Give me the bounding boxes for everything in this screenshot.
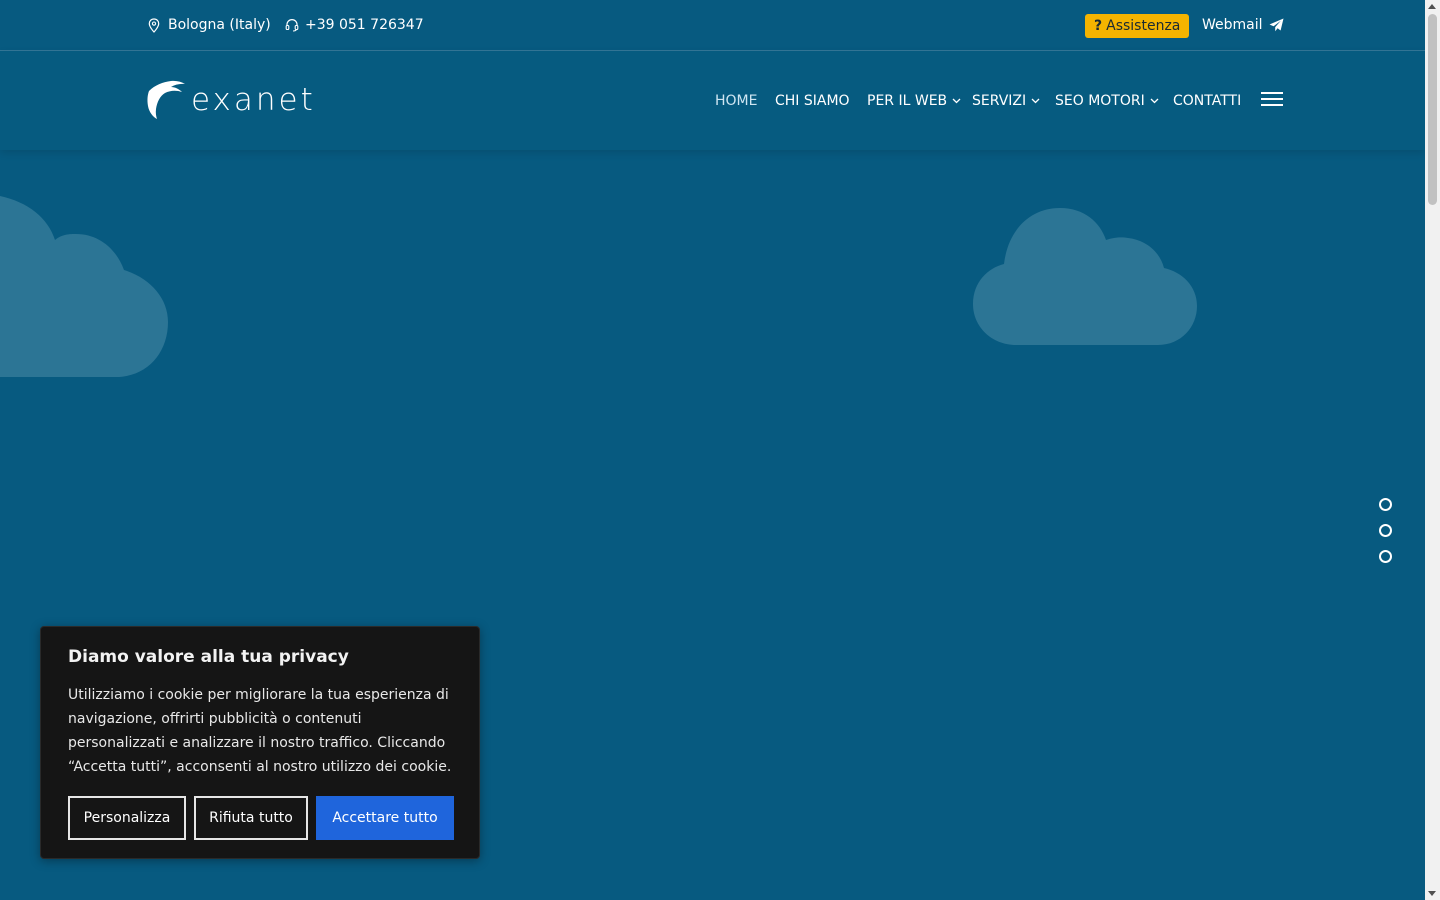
headset-icon bbox=[285, 18, 299, 32]
slider-dot-2[interactable] bbox=[1379, 524, 1392, 537]
map-pin-icon bbox=[148, 17, 160, 33]
page: Bologna (Italy) +39 051 726347 ? Assiste… bbox=[0, 0, 1425, 900]
cloud-right-decoration bbox=[973, 208, 1197, 345]
nav-contatti[interactable]: CONTATTI bbox=[1173, 51, 1241, 150]
customize-button[interactable]: Personalizza bbox=[68, 796, 186, 840]
question-icon: ? bbox=[1094, 18, 1103, 34]
nav-servizi[interactable]: SERVIZI bbox=[972, 51, 1040, 150]
nav-chi-siamo-label: CHI SIAMO bbox=[775, 92, 850, 109]
cookie-title: Diamo valore alla tua privacy bbox=[68, 647, 349, 667]
cookie-text: Utilizziamo i cookie per migliorare la t… bbox=[68, 687, 452, 775]
nav-servizi-label: SERVIZI bbox=[972, 92, 1027, 109]
cookie-consent-banner: Diamo valore alla tua privacy Utilizziam… bbox=[40, 626, 480, 859]
accept-all-button[interactable]: Accettare tutto bbox=[316, 796, 454, 840]
nav-seo-motori[interactable]: SEO MOTORI bbox=[1055, 51, 1159, 150]
webmail-label: Webmail bbox=[1202, 17, 1263, 33]
assistance-label: Assistenza bbox=[1106, 18, 1181, 34]
top-bar: Bologna (Italy) +39 051 726347 ? Assiste… bbox=[0, 0, 1425, 51]
chevron-down-icon bbox=[1150, 98, 1159, 103]
location-text: Bologna (Italy) bbox=[168, 17, 271, 33]
cloud-left-decoration bbox=[0, 196, 168, 377]
main-header: exanet HOME CHI SIAMO PER IL WEB SERVIZI… bbox=[0, 51, 1425, 150]
logo-text: exanet bbox=[191, 82, 316, 118]
logo[interactable]: exanet bbox=[145, 78, 325, 122]
nav-home[interactable]: HOME bbox=[715, 51, 757, 150]
logo-bird-icon bbox=[147, 80, 185, 119]
scroll-down-arrow-icon[interactable] bbox=[1428, 891, 1436, 896]
nav-home-label: HOME bbox=[715, 92, 758, 109]
reject-all-button[interactable]: Rifiuta tutto bbox=[194, 796, 308, 840]
nav-seo-motori-label: SEO MOTORI bbox=[1055, 92, 1145, 109]
phone-text: +39 051 726347 bbox=[305, 17, 424, 33]
nav-chi-siamo[interactable]: CHI SIAMO bbox=[775, 51, 850, 150]
nav-contatti-label: CONTATTI bbox=[1173, 92, 1242, 109]
menu-hamburger-icon[interactable] bbox=[1261, 92, 1283, 108]
nav-per-il-web-label: PER IL WEB bbox=[867, 92, 948, 109]
phone[interactable]: +39 051 726347 bbox=[285, 0, 424, 50]
vertical-scrollbar[interactable] bbox=[1425, 0, 1440, 900]
nav-per-il-web[interactable]: PER IL WEB bbox=[867, 51, 961, 150]
chevron-down-icon bbox=[952, 98, 961, 103]
chevron-down-icon bbox=[1031, 98, 1040, 103]
paper-plane-icon bbox=[1269, 18, 1284, 32]
scroll-up-arrow-icon[interactable] bbox=[1428, 4, 1436, 9]
webmail-link[interactable]: Webmail bbox=[1202, 0, 1284, 50]
scroll-thumb[interactable] bbox=[1428, 14, 1437, 205]
assistance-button[interactable]: ? Assistenza bbox=[1085, 14, 1189, 38]
slider-dot-1[interactable] bbox=[1379, 498, 1392, 511]
location: Bologna (Italy) bbox=[148, 0, 271, 50]
slider-dot-3[interactable] bbox=[1379, 550, 1392, 563]
